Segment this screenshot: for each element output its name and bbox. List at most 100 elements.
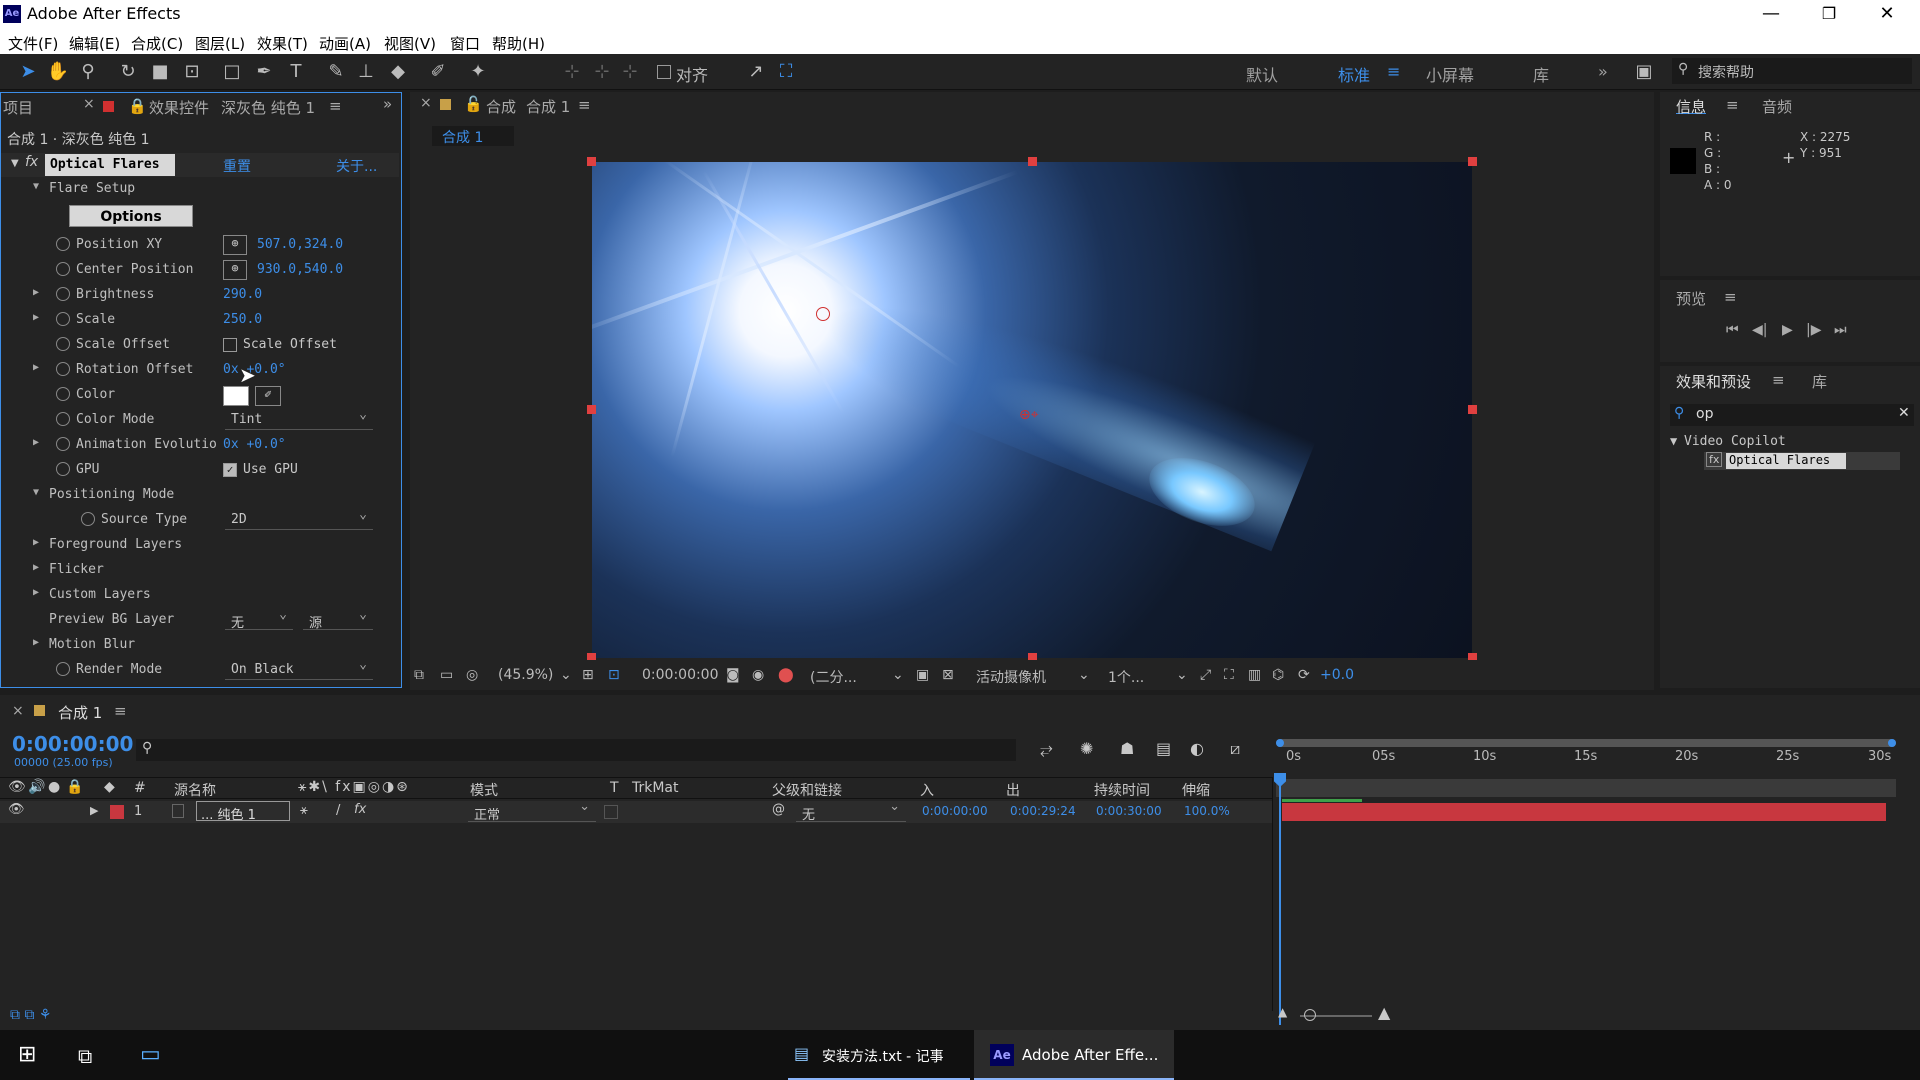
- timeline-icon[interactable]: ▥: [1248, 667, 1261, 683]
- first-frame-icon[interactable]: ⏮: [1726, 322, 1739, 338]
- layer-row[interactable]: 👁 ▶ 1 ... 纯色 1 ⚹ / fx 正常 @ 无 0:00:00:00 …: [0, 799, 1272, 823]
- reset-link[interactable]: 重置: [223, 156, 251, 176]
- col-trkmat[interactable]: TrkMat: [632, 780, 679, 796]
- label-column-icon[interactable]: ◆: [104, 779, 115, 795]
- fast-preview-icon[interactable]: ▣: [916, 667, 929, 683]
- color-swatch[interactable]: [223, 386, 249, 406]
- more-workspaces-icon[interactable]: »: [1598, 62, 1608, 81]
- last-frame-icon[interactable]: ⏭: [1834, 322, 1847, 338]
- expand-icon[interactable]: ▶: [33, 287, 39, 298]
- zoom-tool-icon[interactable]: ⚲: [76, 60, 100, 84]
- text-tool-icon[interactable]: T: [284, 60, 308, 84]
- camera-dropdown-icon[interactable]: ⌄: [1078, 667, 1090, 683]
- timeline-timecode[interactable]: 0:00:00:00: [12, 732, 133, 756]
- preset-item[interactable]: fx Optical Flares: [1704, 452, 1900, 470]
- lock-icon[interactable]: 🔓: [464, 95, 483, 113]
- close-tab-icon[interactable]: ×: [420, 95, 432, 111]
- col-duration[interactable]: 持续时间: [1094, 780, 1150, 800]
- scale-offset-checkbox[interactable]: [223, 338, 237, 352]
- group-flicker[interactable]: ▶ Flicker: [1, 558, 399, 583]
- col-in[interactable]: 入: [920, 780, 934, 800]
- col-out[interactable]: 出: [1006, 780, 1020, 800]
- workspace-library[interactable]: 库: [1533, 62, 1549, 86]
- layer-expand-icon[interactable]: ▶: [90, 804, 98, 817]
- layer-out[interactable]: 0:00:29:24: [1010, 804, 1076, 818]
- pan-behind-tool-icon[interactable]: ⊡: [180, 60, 204, 84]
- layer-label-color[interactable]: [110, 805, 124, 819]
- stopwatch-icon[interactable]: [56, 412, 70, 426]
- group-foreground-layers[interactable]: ▶ Foreground Layers: [1, 533, 399, 558]
- menu-composition[interactable]: 合成(C): [131, 33, 183, 54]
- zoom-dropdown-icon[interactable]: ⌄: [560, 667, 572, 683]
- world-axis-icon[interactable]: ⊹: [590, 60, 614, 84]
- monitor-icon[interactable]: ▭: [440, 667, 453, 683]
- layer-in[interactable]: 0:00:00:00: [922, 804, 988, 818]
- stopwatch-icon[interactable]: [56, 362, 70, 376]
- taskbar-item-after-effects[interactable]: Ae Adobe After Effe...: [974, 1030, 1174, 1080]
- switches-icon[interactable]: ⚹✱\ fx▣◎◑⊛: [298, 779, 410, 795]
- bounding-handle[interactable]: [587, 157, 596, 166]
- menu-file[interactable]: 文件(F): [8, 33, 58, 54]
- preserve-transparency-checkbox[interactable]: [604, 805, 618, 819]
- stopwatch-icon[interactable]: [56, 312, 70, 326]
- stopwatch-icon[interactable]: [56, 662, 70, 676]
- align-checkbox[interactable]: [657, 65, 671, 79]
- close-tab-icon[interactable]: ×: [83, 96, 95, 112]
- center-position-handle-icon[interactable]: ⊕⌖: [1019, 408, 1045, 422]
- rotate-tool-icon[interactable]: ↻: [116, 60, 140, 84]
- composition-mini-flowchart-icon[interactable]: ⥂: [1040, 739, 1053, 759]
- selection-tool-icon[interactable]: ➤: [16, 60, 40, 84]
- layer-duration[interactable]: 0:00:30:00: [1096, 804, 1162, 818]
- resolution-select[interactable]: (二分...: [810, 667, 857, 687]
- expand-icon[interactable]: ▶: [33, 437, 39, 448]
- layer-name[interactable]: ... 纯色 1: [196, 801, 290, 823]
- eraser-tool-icon[interactable]: ◆: [386, 60, 410, 84]
- bounding-handle[interactable]: [587, 405, 596, 414]
- expand-icon[interactable]: ▶: [33, 362, 39, 373]
- current-time[interactable]: 0:00:00:00: [642, 667, 719, 683]
- use-gpu-checkbox[interactable]: ✓: [223, 463, 237, 477]
- expand-icon[interactable]: ▶: [33, 587, 39, 598]
- position-xy-value[interactable]: 507.0,324.0: [257, 237, 343, 252]
- panel-menu-icon[interactable]: ≡: [1724, 288, 1737, 306]
- playhead[interactable]: [1279, 785, 1281, 1025]
- previous-frame-icon[interactable]: ◀|: [1752, 322, 1767, 338]
- local-axis-icon[interactable]: ⊹: [560, 60, 584, 84]
- solo-icon[interactable]: ●: [48, 779, 60, 795]
- mask-view-icon[interactable]: ◎: [466, 667, 478, 683]
- work-area-bar[interactable]: [1276, 739, 1896, 747]
- viewer-canvas[interactable]: ⊕⌖: [592, 162, 1472, 658]
- col-t[interactable]: T: [610, 780, 619, 796]
- windows-start-icon[interactable]: ⊞: [18, 1042, 36, 1067]
- tab-effect-controls[interactable]: 效果控件: [149, 97, 209, 118]
- menu-window[interactable]: 窗口: [450, 33, 480, 54]
- stopwatch-icon[interactable]: [56, 462, 70, 476]
- views-dropdown-icon[interactable]: ⌄: [1176, 667, 1188, 683]
- bounding-handle[interactable]: [1028, 157, 1037, 166]
- panel-menu-icon[interactable]: ≡: [329, 97, 342, 115]
- parent-select[interactable]: 无: [796, 799, 906, 823]
- menu-edit[interactable]: 编辑(E): [69, 33, 120, 54]
- shy-switch-icon[interactable]: ⚹: [300, 803, 308, 818]
- preview-bg-layer-select[interactable]: 无: [225, 607, 293, 631]
- pixel-aspect-icon[interactable]: ⛶: [1224, 667, 1234, 683]
- panel-menu-icon[interactable]: ≡: [1726, 96, 1739, 114]
- preview-bg-source-select[interactable]: 源: [303, 607, 373, 631]
- position-xy-handle-icon[interactable]: [816, 307, 830, 321]
- show-snapshot-icon[interactable]: ◉: [752, 667, 764, 683]
- brush-tool-icon[interactable]: ✎: [324, 60, 348, 84]
- graph-editor-icon[interactable]: ⧄: [1230, 739, 1240, 759]
- video-toggle-icon[interactable]: 👁: [8, 779, 26, 795]
- stopwatch-icon[interactable]: [56, 262, 70, 276]
- effect-expand-icon[interactable]: ▼: [11, 158, 19, 169]
- lock-icon[interactable]: 🔒: [128, 97, 147, 115]
- workspace-menu-icon[interactable]: ≡: [1387, 62, 1400, 81]
- region-of-interest-icon[interactable]: ⧉: [414, 667, 424, 683]
- draft-3d-icon[interactable]: ✺: [1080, 739, 1093, 758]
- layer-stretch[interactable]: 100.0%: [1184, 804, 1230, 818]
- brightness-value[interactable]: 290.0: [223, 287, 262, 302]
- bounding-handle[interactable]: [1468, 157, 1477, 166]
- group-motion-blur[interactable]: ▶ Motion Blur: [1, 633, 399, 658]
- preset-group-expand-icon[interactable]: ▼: [1670, 434, 1677, 448]
- scale-value[interactable]: 250.0: [223, 312, 262, 327]
